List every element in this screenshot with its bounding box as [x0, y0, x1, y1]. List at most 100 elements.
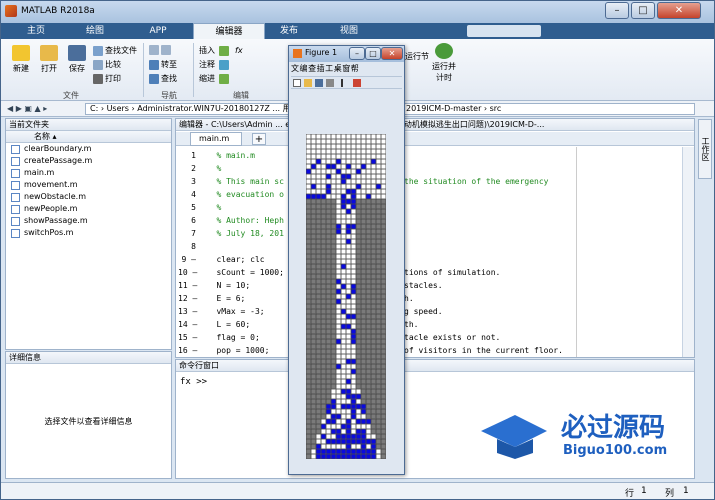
grid-cell: [321, 299, 326, 304]
file-item[interactable]: movement.m: [6, 179, 171, 191]
editor-panel: 编辑器 - C:\Users\Admin ... esktop\2019 美赛D…: [175, 118, 695, 358]
nav-arrows[interactable]: ◀ ▶ ▣ ▲ ▸: [7, 104, 77, 114]
grid-cell: [326, 414, 331, 419]
tab-home[interactable]: 主页: [11, 23, 61, 39]
grid-cell: [316, 419, 321, 424]
find-button[interactable]: 查找: [149, 73, 177, 84]
grid-cell: [346, 429, 351, 434]
grid-cell: [356, 289, 361, 294]
command-prompt[interactable]: fx >>: [180, 376, 207, 389]
grid-cell: [346, 259, 351, 264]
grid-cell: [356, 154, 361, 159]
grid-cell: [331, 374, 336, 379]
watermark-title: 必过源码: [561, 413, 666, 443]
figure-close-button[interactable]: ✕: [381, 47, 403, 60]
tab-view[interactable]: 视图: [321, 23, 377, 39]
file-item[interactable]: newObstacle.m: [6, 191, 171, 203]
indent-icon: [219, 73, 229, 84]
new-button[interactable]: 新建: [7, 45, 35, 74]
grid-cell: [326, 254, 331, 259]
edit-group-label: 编辑: [233, 91, 249, 100]
grid-cell: [336, 234, 341, 239]
grid-cell: [336, 204, 341, 209]
tab-plots[interactable]: 绘图: [67, 23, 123, 39]
grid-cell: [311, 209, 316, 214]
tab-editor[interactable]: 编辑器: [193, 23, 265, 39]
pointer-icon[interactable]: [341, 79, 349, 87]
grid-cell: [346, 409, 351, 414]
tab-publish[interactable]: 发布: [261, 23, 317, 39]
grid-cell: [306, 414, 311, 419]
grid-cell: [381, 279, 386, 284]
comment-label: 注释: [199, 60, 215, 69]
maximize-button[interactable]: □: [631, 2, 655, 19]
grid-cell: [361, 249, 366, 254]
quick-access-toolbar[interactable]: [467, 25, 541, 37]
tab-main-m[interactable]: main.m: [190, 132, 242, 146]
file-item[interactable]: showPassage.m: [6, 215, 171, 227]
new-tab-button[interactable]: +: [252, 133, 266, 145]
save-button[interactable]: 保存: [63, 45, 91, 74]
grid-cell: [351, 454, 356, 459]
m-file-icon: [11, 229, 20, 238]
grid-cell: [311, 339, 316, 344]
grid-cell: [356, 394, 361, 399]
grid-cell: [346, 244, 351, 249]
grid-cell: [356, 179, 361, 184]
grid-cell: [351, 164, 356, 169]
code-area[interactable]: 1 % main.m 2 % 3 % This main sc the situati…: [176, 149, 681, 357]
grid-cell: [341, 354, 346, 359]
grid-cell: [351, 214, 356, 219]
find-files-button[interactable]: 查找文件: [93, 45, 137, 56]
figure-toolbar[interactable]: [291, 76, 402, 89]
grid-cell: [356, 134, 361, 139]
goto-button[interactable]: 转至: [149, 59, 177, 70]
insert-button[interactable]: 插入 fx: [199, 45, 243, 56]
figure-window[interactable]: Figure 1 – □ ✕ 文 编 查 插 工 桌 窗 帮: [288, 45, 405, 475]
figure-minimize-button[interactable]: –: [349, 47, 365, 60]
run-and-time-button[interactable]: 运行并 计时: [427, 43, 461, 83]
tab-apps[interactable]: APP: [129, 23, 187, 39]
file-item[interactable]: clearBoundary.m: [6, 143, 171, 155]
grid-cell: [326, 274, 331, 279]
file-item[interactable]: main.m: [6, 167, 171, 179]
file-item[interactable]: createPassage.m: [6, 155, 171, 167]
name-column-header[interactable]: 名称 ▴: [6, 131, 171, 143]
grid-cell: [341, 269, 346, 274]
figure-maximize-button[interactable]: □: [365, 47, 381, 60]
grid-cell: [346, 299, 351, 304]
grid-cell: [306, 319, 311, 324]
grid-cell: [366, 274, 371, 279]
grid-cell: [371, 439, 376, 444]
grid-cell: [341, 334, 346, 339]
grid-cell: [356, 404, 361, 409]
grid-cell: [381, 294, 386, 299]
open-button[interactable]: 打开: [35, 45, 63, 74]
workspace-side-tab[interactable]: 工作区: [698, 119, 712, 179]
grid-cell: [376, 324, 381, 329]
print-icon[interactable]: [326, 79, 334, 87]
grid-cell: [311, 414, 316, 419]
print-button[interactable]: 打印: [93, 73, 121, 84]
comment-button[interactable]: 注释: [199, 59, 231, 70]
grid-cell: [381, 244, 386, 249]
brush-icon[interactable]: [353, 79, 361, 87]
grid-cell: [311, 244, 316, 249]
grid-cell: [376, 389, 381, 394]
run-section-button[interactable]: 运行节: [405, 51, 429, 62]
nav-back-button[interactable]: [149, 45, 173, 55]
open-icon[interactable]: [304, 79, 312, 87]
close-button[interactable]: ✕: [657, 2, 701, 19]
figure-menubar[interactable]: 文 编 查 插 工 桌 窗 帮: [291, 63, 402, 75]
nav-group-label: 导航: [161, 91, 177, 100]
compare-button[interactable]: 比较: [93, 59, 121, 70]
grid-cell: [371, 219, 376, 224]
new-figure-icon[interactable]: [293, 79, 301, 87]
indent-button[interactable]: 缩进: [199, 73, 231, 84]
save-icon[interactable]: [315, 79, 323, 87]
minimize-button[interactable]: –: [605, 2, 629, 19]
editor-scrollbar[interactable]: [682, 147, 694, 357]
grid-cell: [356, 434, 361, 439]
file-item[interactable]: switchPos.m: [6, 227, 171, 239]
file-item[interactable]: newPeople.m: [6, 203, 171, 215]
